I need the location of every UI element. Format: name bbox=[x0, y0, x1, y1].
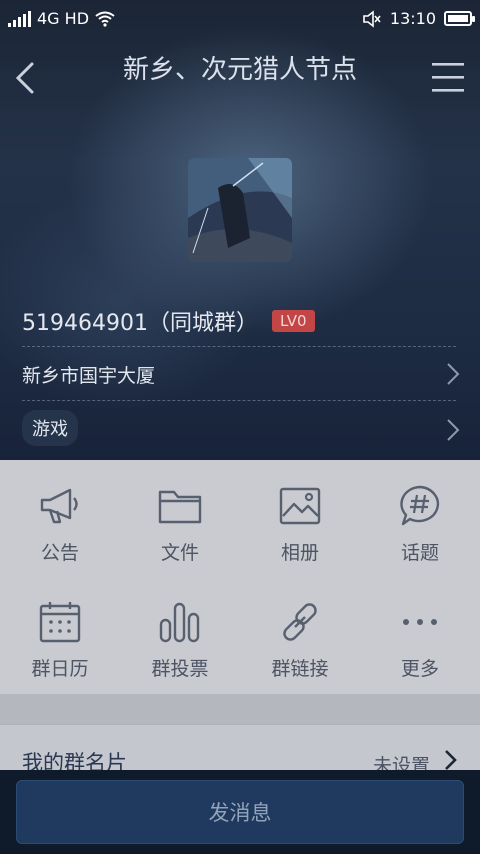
location-row[interactable]: 新乡市国宇大厦 bbox=[22, 354, 462, 394]
chevron-right-icon bbox=[447, 363, 460, 385]
feature-panel: 公告 文件 相册 话题 群日历 群投票 群链接 更多 bbox=[0, 460, 480, 694]
feature-label: 群投票 bbox=[151, 658, 209, 680]
level-badge: LV0 bbox=[271, 310, 315, 332]
chevron-right-icon bbox=[447, 419, 460, 441]
mute-icon bbox=[363, 9, 381, 28]
hashtag-icon bbox=[400, 485, 440, 526]
feature-label: 群日历 bbox=[31, 658, 89, 680]
photo-icon bbox=[279, 487, 321, 525]
battery-icon bbox=[444, 11, 475, 26]
feature-files[interactable]: 文件 bbox=[120, 484, 240, 594]
divider bbox=[22, 346, 456, 347]
page-title: 新乡、次元猎人节点 bbox=[122, 55, 357, 85]
bar-chart-icon bbox=[159, 602, 200, 643]
calendar-icon bbox=[39, 602, 81, 643]
feature-label: 群链接 bbox=[271, 658, 329, 680]
divider bbox=[22, 400, 456, 401]
section-gap bbox=[0, 694, 480, 724]
category-tag: 游戏 bbox=[22, 410, 78, 446]
group-id-row: 519464901（同城群） LV0 bbox=[22, 305, 315, 337]
status-bar: 4G HD 13:10 bbox=[0, 0, 480, 38]
more-icon bbox=[403, 619, 437, 625]
feature-label: 话题 bbox=[400, 542, 439, 564]
tag-row[interactable]: 游戏 bbox=[22, 410, 462, 450]
megaphone-icon bbox=[40, 488, 78, 524]
chevron-right-icon bbox=[445, 750, 457, 770]
feature-label: 文件 bbox=[160, 542, 199, 564]
back-arrow-icon[interactable] bbox=[10, 58, 40, 98]
group-avatar[interactable] bbox=[188, 158, 292, 262]
bottom-bar: 发消息 bbox=[0, 770, 480, 854]
feature-announcement[interactable]: 公告 bbox=[0, 484, 120, 594]
signal-icon bbox=[8, 10, 31, 27]
clock: 13:10 bbox=[389, 9, 436, 28]
network-label: 4G HD bbox=[37, 9, 90, 28]
send-message-button[interactable]: 发消息 bbox=[16, 780, 464, 844]
feature-label: 相册 bbox=[280, 542, 319, 564]
group-id: 519464901（同城群） bbox=[22, 311, 258, 336]
menu-icon[interactable] bbox=[430, 60, 466, 94]
location-text: 新乡市国宇大厦 bbox=[22, 364, 156, 387]
feature-label: 公告 bbox=[40, 542, 79, 564]
feature-topics[interactable]: 话题 bbox=[360, 484, 480, 594]
feature-label: 更多 bbox=[400, 658, 439, 680]
link-icon bbox=[283, 603, 317, 641]
feature-album[interactable]: 相册 bbox=[240, 484, 360, 594]
folder-icon bbox=[158, 490, 202, 524]
wifi-icon bbox=[95, 11, 115, 27]
